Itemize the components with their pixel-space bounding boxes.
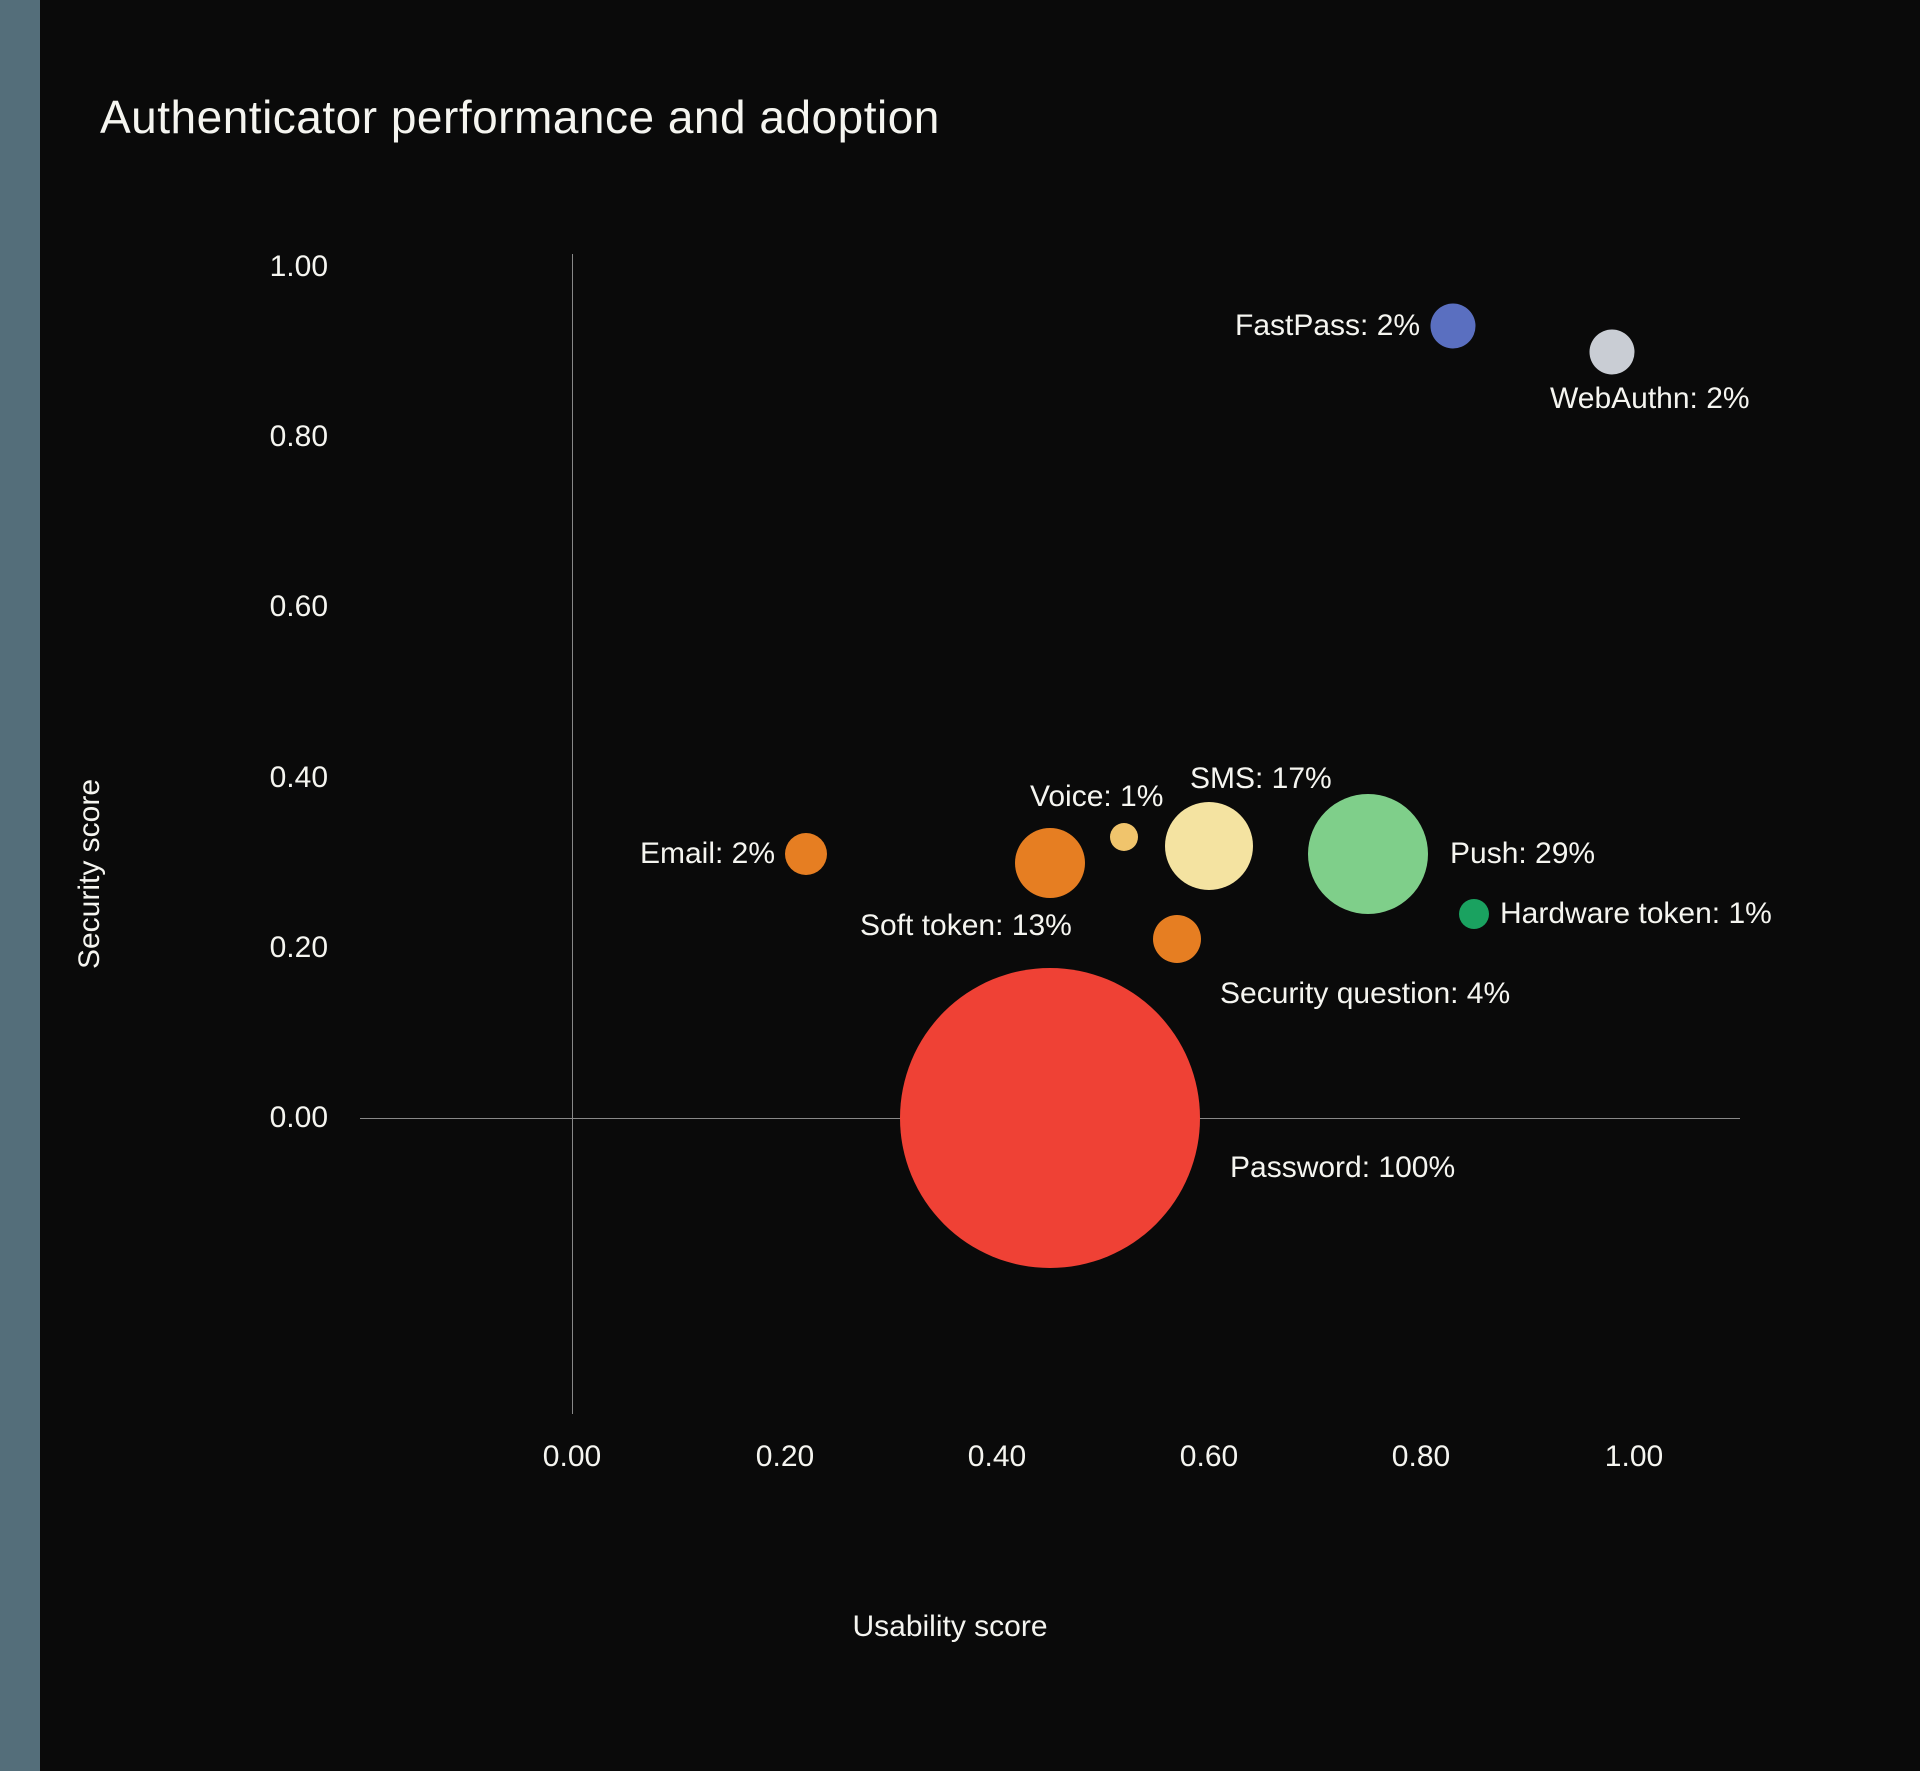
- bubble-webauthn: [1590, 330, 1635, 375]
- ytick-2: 0.40: [270, 761, 328, 795]
- label-push: Push: 29%: [1450, 837, 1595, 871]
- axis-vertical: [572, 254, 573, 1414]
- chart-title: Authenticator performance and adoption: [100, 90, 1860, 144]
- xtick-4: 0.80: [1392, 1440, 1450, 1474]
- label-voice: Voice: 1%: [1030, 780, 1163, 814]
- ytick-1: 0.20: [270, 931, 328, 965]
- label-password: Password: 100%: [1230, 1151, 1455, 1185]
- label-sms: SMS: 17%: [1190, 762, 1332, 796]
- y-axis-label: Security score: [73, 779, 107, 969]
- bubble-password: [900, 968, 1200, 1268]
- bubble-soft-token: [1015, 828, 1085, 898]
- label-hardware-token: Hardware token: 1%: [1500, 897, 1772, 931]
- ytick-5: 1.00: [270, 250, 328, 284]
- bubble-hardware-token: [1459, 899, 1489, 929]
- x-axis-label: Usability score: [852, 1610, 1047, 1644]
- label-webauthn: WebAuthn: 2%: [1550, 382, 1750, 416]
- ytick-3: 0.60: [270, 590, 328, 624]
- ytick-0: 0.00: [270, 1101, 328, 1135]
- bubble-security-question: [1153, 915, 1201, 963]
- bubble-sms: [1165, 802, 1253, 890]
- bubble-push: [1308, 794, 1428, 914]
- chart-area: Authenticator performance and adoption S…: [40, 0, 1920, 1771]
- bubble-fastpass: [1431, 304, 1476, 349]
- ytick-4: 0.80: [270, 420, 328, 454]
- label-fastpass: FastPass: 2%: [1235, 309, 1420, 343]
- bubble-email: [785, 833, 827, 875]
- xtick-0: 0.00: [543, 1440, 601, 1474]
- xtick-5: 1.00: [1605, 1440, 1663, 1474]
- bubble-voice: [1110, 823, 1138, 851]
- left-rail: [0, 0, 40, 1771]
- xtick-1: 0.20: [756, 1440, 814, 1474]
- xtick-3: 0.60: [1180, 1440, 1238, 1474]
- label-email: Email: 2%: [640, 837, 775, 871]
- label-soft-token: Soft token: 13%: [860, 909, 1072, 943]
- plot: Security score Usability score 0.00 0.20…: [100, 184, 1800, 1564]
- xtick-2: 0.40: [968, 1440, 1026, 1474]
- label-security-question: Security question: 4%: [1220, 977, 1510, 1011]
